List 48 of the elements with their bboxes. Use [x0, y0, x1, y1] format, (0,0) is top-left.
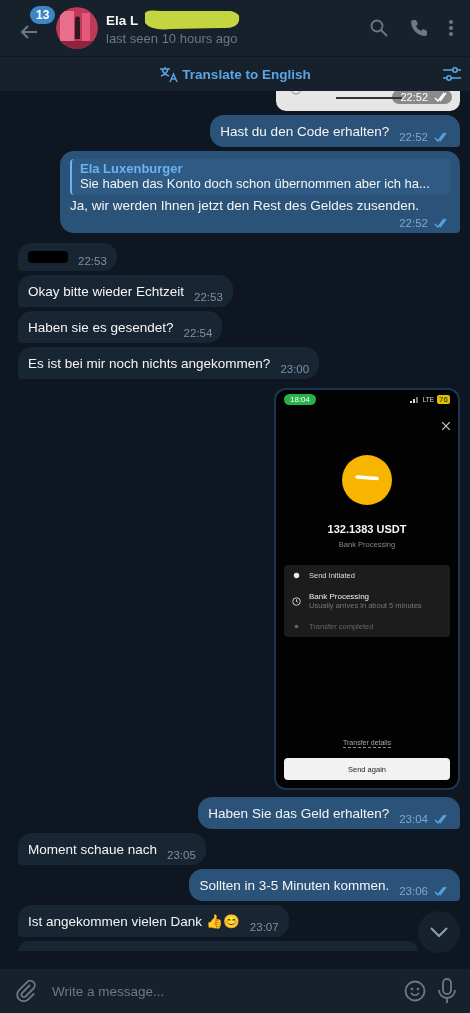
contact-name: Ela L — [106, 12, 139, 28]
message-text: Haben sie es gesendet? — [28, 319, 174, 337]
battery-level: 76 — [437, 395, 450, 404]
message-text: Okay bitte wieder Echtzeit — [28, 283, 185, 301]
message-text: Ja, wir werden Ihnen jetzt den Rest des Geldes zusenden. — [70, 197, 420, 215]
status-time: 18:04 — [284, 394, 317, 405]
message-time: 23:04 — [399, 813, 428, 825]
last-seen-status: last seen 10 hours ago — [106, 31, 239, 46]
message-time: 23:05 — [167, 849, 196, 861]
message-time: 22:53 — [194, 291, 223, 303]
quote-text: Sie haben das Konto doch schon übernommen aber ich ha... — [80, 176, 431, 191]
quoted-message[interactable]: Ela Luxenburger Sie haben das Konto doch schon übernommen aber ich ha... — [70, 159, 450, 195]
message-time: 23:07 — [249, 921, 279, 933]
amount: 132.1383 USDT — [327, 523, 407, 535]
message-text: Sollten in 3-5 Minuten kommen. — [199, 877, 390, 895]
message-text: Moment schaue nach — [28, 841, 158, 859]
message-text: Haben Sie das Geld erhalten? — [208, 805, 390, 823]
message-text: Es ist bei mir noch nichts angekommen? — [28, 355, 271, 373]
microphone-icon[interactable] — [438, 978, 456, 1004]
quote-author: Ela Luxenburger — [80, 161, 184, 176]
message-text: Ist angekommen vielen Dank 👍😊 — [28, 913, 240, 931]
message-time: 22:53 — [78, 255, 107, 267]
phone-icon[interactable] — [410, 19, 428, 37]
chevron-down-icon — [429, 926, 449, 938]
settings-icon[interactable] — [442, 66, 462, 82]
message-time: 22:52 — [392, 91, 452, 104]
translate-icon — [159, 65, 180, 83]
unread-badge: 13 — [30, 6, 56, 24]
scroll-down-button[interactable] — [418, 911, 460, 953]
step-dot-icon — [292, 622, 301, 631]
message-time: 23:06 — [399, 885, 428, 897]
signal-icon — [409, 396, 420, 403]
message-time: 23:00 — [280, 363, 310, 375]
close-icon[interactable] — [442, 422, 450, 430]
attach-icon[interactable] — [16, 980, 38, 1002]
step-label: Bank Processing — [309, 592, 371, 601]
pending-status-icon — [342, 455, 392, 505]
redaction-mark — [28, 251, 68, 263]
message-time: 22:52 — [399, 131, 428, 143]
message-text: Hast du den Code erhalten? — [220, 123, 390, 141]
back-icon[interactable] — [20, 24, 38, 40]
search-icon[interactable] — [370, 19, 388, 37]
step-dot-icon — [292, 571, 301, 580]
message-time: 22:52 — [399, 217, 428, 229]
clock-icon — [292, 596, 301, 606]
menu-icon[interactable] — [448, 19, 454, 37]
message-time: 22:54 — [183, 327, 213, 339]
emoji-icon[interactable] — [404, 980, 426, 1002]
